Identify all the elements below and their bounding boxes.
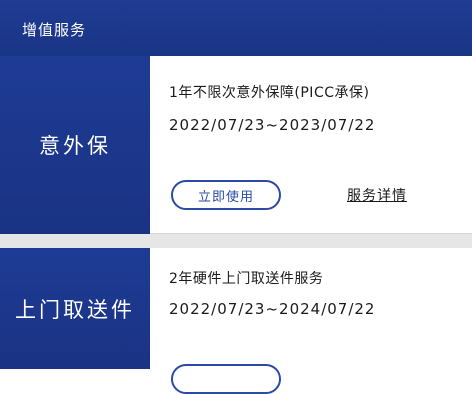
header-bar: 增值服务 [0,0,472,56]
service-description: 1年不限次意外保障(PICC承保) [169,85,370,101]
service-info: 1年不限次意外保障(PICC承保) 2022/07/23~2023/07/22 … [150,56,472,234]
use-now-button[interactable]: 立即使用 [171,180,281,210]
service-name: 上门取送件 [15,297,135,322]
service-validity: 2022/07/23~2024/07/22 [169,300,376,318]
card-divider [0,234,472,248]
service-info: 2年硬件上门取送件服务 2022/07/23~2024/07/22 [150,248,472,394]
service-card-pickup: 上门取送件 2年硬件上门取送件服务 2022/07/23~2024/07/22 [0,248,472,394]
service-name: 意外保 [39,134,111,158]
use-now-label: 立即使用 [197,189,254,205]
service-card-accident: 意外保 1年不限次意外保障(PICC承保) 2022/07/23~2023/07… [0,56,472,234]
service-name-panel: 意外保 [0,56,150,234]
page-title: 增值服务 [22,21,87,39]
service-description: 2年硬件上门取送件服务 [169,271,324,287]
service-detail-link[interactable]: 服务详情 [347,185,407,205]
service-validity: 2022/07/23~2023/07/22 [169,116,376,134]
service-name-panel: 上门取送件 [0,248,150,369]
